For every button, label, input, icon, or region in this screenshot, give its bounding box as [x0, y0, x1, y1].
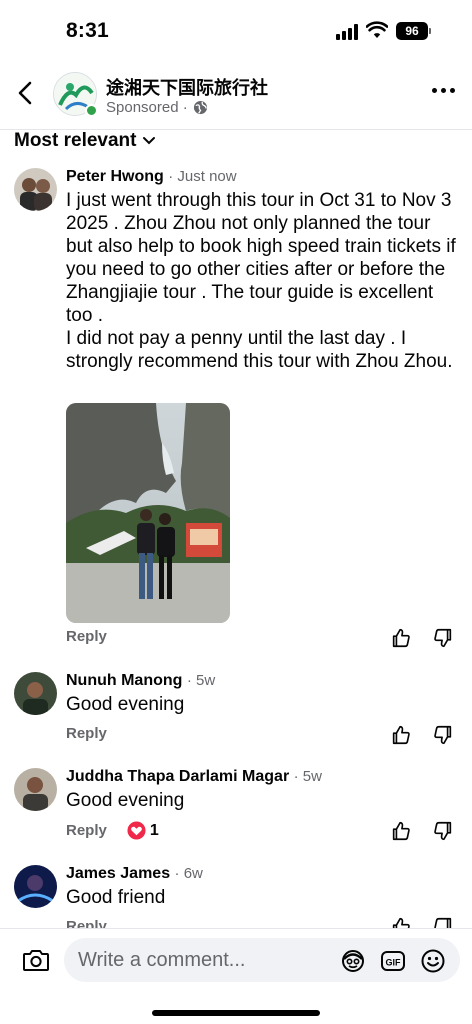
- reaction-count: 1: [149, 821, 159, 839]
- vote-buttons: [390, 627, 454, 649]
- page-name[interactable]: 途湘天下国际旅行社: [106, 74, 268, 100]
- sort-label: Most relevant: [14, 130, 137, 151]
- cellular-signal-icon: [336, 24, 360, 40]
- reaction-summary[interactable]: 1: [127, 821, 159, 840]
- comment-photo[interactable]: [66, 403, 230, 623]
- vote-buttons: [390, 820, 454, 842]
- reply-button[interactable]: Reply: [66, 822, 107, 839]
- avatar-sticker-icon[interactable]: [340, 948, 366, 974]
- status-time: 8:31: [66, 19, 109, 42]
- home-indicator: [152, 1010, 320, 1016]
- comment-text: Good evening: [66, 694, 185, 715]
- reply-button[interactable]: Reply: [66, 725, 107, 742]
- online-status-dot: [85, 104, 98, 117]
- reply-button[interactable]: Reply: [66, 628, 107, 645]
- comment-time: · 5w: [186, 672, 216, 689]
- gif-icon[interactable]: GIF: [380, 948, 406, 974]
- globe-icon: [193, 100, 207, 115]
- comment-actions: Reply: [66, 725, 107, 742]
- commenter-name[interactable]: Nunuh Manong: [66, 672, 182, 689]
- like-icon[interactable]: [390, 820, 412, 842]
- comment-actions: Reply: [66, 628, 107, 645]
- comment-time: · 6w: [174, 865, 203, 882]
- vote-buttons: [390, 724, 454, 746]
- comment-text: Good evening: [66, 790, 185, 811]
- comment-sort-dropdown[interactable]: Most relevant: [14, 130, 156, 152]
- battery-icon: 96: [396, 22, 428, 40]
- avatar[interactable]: [14, 168, 57, 211]
- chevron-down-icon: [143, 137, 156, 145]
- dislike-icon[interactable]: [432, 820, 454, 842]
- comment-input-placeholder: Write a comment...: [78, 949, 246, 971]
- like-icon[interactable]: [390, 627, 412, 649]
- commenter-name[interactable]: Juddha Thapa Darlami Magar: [66, 768, 289, 785]
- back-arrow-icon[interactable]: [12, 78, 40, 108]
- heart-icon: [127, 821, 146, 840]
- post-header: 途湘天下国际旅行社 Sponsored ·: [0, 62, 472, 130]
- emoji-icon[interactable]: [420, 948, 446, 974]
- dislike-icon[interactable]: [432, 627, 454, 649]
- svg-text:GIF: GIF: [386, 958, 402, 968]
- commenter-name[interactable]: James James: [66, 865, 170, 882]
- sponsored-label: Sponsored ·: [106, 99, 208, 116]
- comment-input[interactable]: Write a comment... GIF: [64, 938, 460, 982]
- wifi-icon: [366, 21, 388, 38]
- comment-composer-bar: Write a comment... GIF: [0, 928, 472, 1024]
- like-icon[interactable]: [390, 724, 412, 746]
- commenter-name[interactable]: Peter Hwong: [66, 168, 164, 185]
- more-options-icon[interactable]: [432, 88, 460, 98]
- avatar[interactable]: [14, 768, 57, 811]
- battery-tip: [429, 28, 431, 34]
- status-bar: 8:31 96: [0, 0, 472, 62]
- comment-time: · 5w: [293, 768, 322, 785]
- dislike-icon[interactable]: [432, 724, 454, 746]
- avatar[interactable]: [14, 672, 57, 715]
- comment-actions: Reply 1: [66, 821, 159, 840]
- avatar[interactable]: [14, 865, 57, 908]
- comment-text: I just went through this tour in Oct 31 …: [66, 190, 456, 372]
- camera-icon[interactable]: [22, 948, 50, 972]
- comment-time: · Just now: [168, 168, 237, 185]
- comment-text: Good friend: [66, 887, 166, 908]
- sponsored-text: Sponsored ·: [106, 99, 188, 116]
